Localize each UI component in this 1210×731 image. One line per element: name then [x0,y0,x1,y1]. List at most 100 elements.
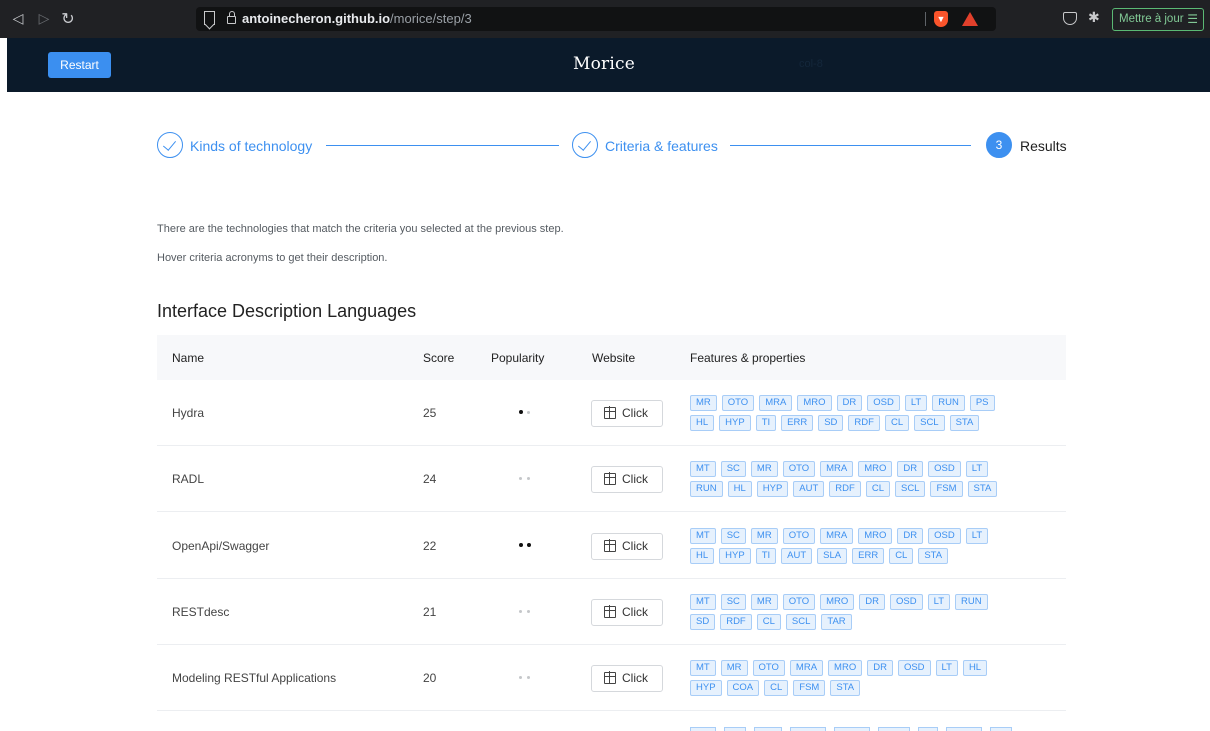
feature-tag[interactable]: MR [750,461,778,477]
feature-tag[interactable]: STA [949,415,980,431]
website-click-button[interactable]: Click [591,533,663,560]
feature-tag[interactable]: DR [897,461,924,477]
feature-tag[interactable]: SCL [785,614,817,630]
feature-tag[interactable]: MR [750,528,778,544]
feature-tag[interactable]: HL [690,415,715,431]
feature-tag[interactable]: OSD [928,528,961,544]
feature-tag[interactable]: OTO [721,395,755,411]
feature-tag[interactable]: TI [755,548,777,564]
feature-tag[interactable]: RDF [829,481,861,497]
feature-tag[interactable]: SC [720,528,746,544]
feature-tag[interactable]: LT [927,594,951,610]
brave-rewards-icon[interactable] [962,12,978,26]
feature-tag[interactable]: MRO [858,528,893,544]
feature-tag[interactable]: ERR [781,415,814,431]
feature-tag[interactable]: DR [836,395,863,411]
feature-tag[interactable]: MT [690,528,716,544]
feature-tag[interactable]: MR [750,594,778,610]
feature-tag[interactable]: PS [969,395,995,411]
feature-tag[interactable]: CL [756,614,781,630]
feature-tag[interactable]: HL [962,660,988,676]
feature-tag[interactable]: ERR [852,548,885,564]
feature-tag[interactable]: OTO [782,528,816,544]
feature-tag[interactable]: SC [720,594,746,610]
feature-tag[interactable]: LT [965,461,989,477]
feature-tag[interactable]: RUN [955,594,988,610]
feature-tag[interactable]: TI [755,415,777,431]
forward-icon[interactable]: ▷ [34,9,54,29]
website-click-button[interactable]: Click [591,400,663,427]
feature-tag[interactable]: MRO [828,660,863,676]
col-features-header: Features & properties [690,351,806,365]
feature-tag[interactable]: CL [764,680,789,696]
extensions-icon[interactable]: ✱ [1088,10,1102,26]
website-click-button[interactable]: Click [591,665,663,692]
feature-tag[interactable]: STA [918,548,949,564]
feature-tag[interactable]: HYP [690,680,722,696]
bookmark-icon[interactable] [204,11,215,25]
pocket-icon[interactable] [1063,12,1077,25]
feature-tag[interactable]: COA [726,680,760,696]
brave-shield-icon[interactable]: ▼ [934,11,948,27]
feature-tag[interactable]: MRA [759,395,793,411]
feature-tag[interactable]: MRO [858,461,893,477]
feature-tag[interactable]: LT [904,395,928,411]
feature-tag[interactable]: FSM [793,680,826,696]
feature-tag[interactable]: HL [690,548,715,564]
feature-tag[interactable]: MT [690,594,716,610]
address-bar[interactable]: antoinecheron.github.io/morice/step/3 ▼ [196,7,996,31]
feature-tag[interactable]: MR [690,395,717,411]
feature-tag[interactable]: LT [935,660,958,676]
menu-icon[interactable]: ☰ [1187,9,1198,30]
feature-tag[interactable]: MT [690,660,716,676]
feature-tag[interactable]: OSD [897,660,931,676]
feature-tag[interactable]: CL [865,481,890,497]
feature-tag[interactable]: SCL [914,415,945,431]
feature-tag[interactable]: SD [818,415,844,431]
feature-tag[interactable]: STA [830,680,861,696]
feature-tag[interactable]: OTO [782,461,816,477]
feature-tag[interactable]: SCL [894,481,926,497]
feature-tag[interactable]: DR [867,660,893,676]
feature-tag[interactable]: MRO [797,395,832,411]
feature-tag[interactable]: DR [859,594,886,610]
feature-tag[interactable]: MT [690,461,716,477]
feature-tag[interactable]: CL [884,415,910,431]
feature-tag[interactable]: OSD [890,594,923,610]
reload-icon[interactable]: ↻ [58,9,78,29]
feature-tag[interactable]: OTO [782,594,816,610]
feature-tag[interactable]: SC [720,461,746,477]
url-text[interactable]: antoinecheron.github.io/morice/step/3 [242,11,472,27]
feature-tag[interactable]: RUN [932,395,965,411]
back-icon[interactable]: ◁ [8,9,28,29]
feature-tag[interactable]: MR [720,660,748,676]
feature-tag[interactable]: AUT [781,548,813,564]
feature-tag[interactable]: AUT [793,481,825,497]
feature-tag[interactable]: SLA [817,548,848,564]
update-browser-button[interactable]: Mettre à jour ☰ [1112,8,1204,31]
feature-tag[interactable]: OTO [752,660,785,676]
feature-tag[interactable]: FSM [930,481,963,497]
feature-tag[interactable]: HYP [756,481,789,497]
feature-tag[interactable]: OSD [928,461,961,477]
feature-tag[interactable]: LT [965,528,989,544]
feature-tag[interactable]: MRA [820,528,854,544]
website-click-button[interactable]: Click [591,466,663,493]
restart-button[interactable]: Restart [48,52,111,78]
feature-tag[interactable]: HYP [719,415,751,431]
feature-tag[interactable]: HL [727,481,752,497]
feature-tag[interactable]: DR [897,528,924,544]
feature-tag[interactable]: HYP [719,548,751,564]
feature-tag[interactable]: MRA [820,461,854,477]
feature-tag[interactable]: TAR [821,614,852,630]
feature-tag[interactable]: RDF [720,614,752,630]
feature-tag[interactable]: CL [889,548,914,564]
feature-tag[interactable]: STA [967,481,998,497]
feature-tag[interactable]: MRO [820,594,855,610]
website-click-button[interactable]: Click [591,599,663,626]
feature-tag[interactable]: OSD [867,395,900,411]
feature-tag[interactable]: RDF [848,415,880,431]
feature-tag[interactable]: MRA [789,660,824,676]
feature-tag[interactable]: SD [690,614,716,630]
feature-tag[interactable]: RUN [690,481,723,497]
